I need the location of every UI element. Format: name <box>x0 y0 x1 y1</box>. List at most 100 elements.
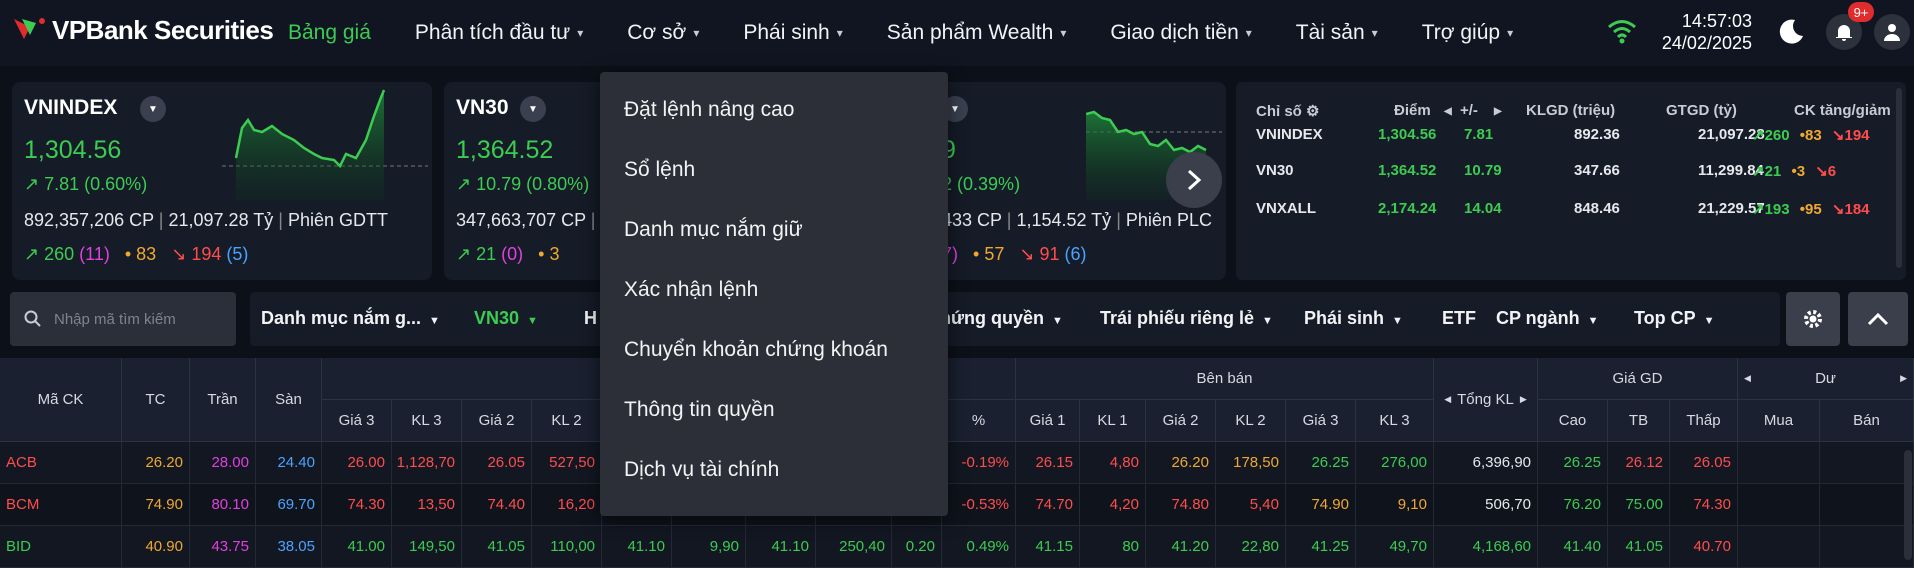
cell-sgia2: 26.20 <box>1146 442 1216 484</box>
nav-item-2[interactable]: Cơ sở ▾ <box>627 21 699 45</box>
menu-item-4[interactable]: Chuyển khoản chứng khoán <box>624 338 888 362</box>
caret-left-icon[interactable]: ◀ <box>1744 373 1751 384</box>
nav-item-5[interactable]: Giao dịch tiền ▾ <box>1110 21 1251 45</box>
col-header-total-volume[interactable]: ◀ Tổng KL ▶ <box>1434 358 1538 442</box>
logo-mark-icon <box>14 18 45 39</box>
menu-item-5[interactable]: Thông tin quyền <box>624 398 775 422</box>
nav-item-0[interactable]: Bảng giá <box>288 21 371 45</box>
cell-tran: 80.10 <box>190 484 256 526</box>
col-header-pct: % <box>942 400 1016 442</box>
col-header-tc: TC <box>122 358 190 442</box>
chevron-down-icon: ▾ <box>1507 26 1514 40</box>
nav-item-7[interactable]: Trợ giúp ▾ <box>1422 21 1513 45</box>
next-card-button[interactable] <box>1166 152 1222 208</box>
index-card-vnindex[interactable]: VNINDEX ▼ 1,304.56 ↗ 7.81 (0.60%) 892,35… <box>12 82 432 280</box>
dark-mode-icon[interactable] <box>1777 18 1805 46</box>
caret-right-icon[interactable]: ▶ <box>1494 106 1502 117</box>
col-header-mua: Mua <box>1738 400 1820 442</box>
menu-item-2[interactable]: Danh mục nắm giữ <box>624 218 803 242</box>
stock-symbol[interactable]: BID <box>0 526 122 568</box>
menu-item-0[interactable]: Đặt lệnh nâng cao <box>624 98 794 122</box>
clock-time: 14:57:03 <box>1681 11 1752 31</box>
stock-symbol[interactable]: ACB <box>0 442 122 484</box>
chevron-down-icon[interactable]: ▼ <box>140 96 166 122</box>
menu-item-1[interactable]: Sổ lệnh <box>624 158 695 182</box>
col-header-sgia1: Giá 1 <box>1016 400 1080 442</box>
search-icon <box>24 310 41 327</box>
cell-pct: -0.53% <box>942 484 1016 526</box>
cell-sgia1: 74.70 <box>1016 484 1080 526</box>
caret-left-icon[interactable]: ◀ <box>1444 106 1452 117</box>
cell-m3: 41.10 <box>746 526 816 568</box>
cell-kl3: 1,128,70 <box>392 442 462 484</box>
nav-item-label: Tài sản <box>1295 21 1365 44</box>
user-icon <box>1884 24 1900 41</box>
cell-skl3: 49,70 <box>1356 526 1434 568</box>
caret-right-icon[interactable]: ▶ <box>1520 394 1527 405</box>
chevron-down-icon: ▾ <box>1371 26 1378 40</box>
chevron-right-icon <box>1187 169 1202 191</box>
cell-pct: 0.49% <box>942 526 1016 568</box>
cell-san: 69.70 <box>256 484 322 526</box>
cell-sgia2: 41.20 <box>1146 526 1216 568</box>
group-header-sell: Bên bán <box>1016 358 1434 400</box>
cell-gia2: 41.05 <box>462 526 532 568</box>
scrollbar[interactable] <box>1904 450 1912 560</box>
cell-kl2: 527,50 <box>532 442 602 484</box>
tab-hose[interactable]: H <box>584 308 597 329</box>
col-header-sgia2: Giá 2 <box>1146 400 1216 442</box>
col-header-skl2: KL 2 <box>1216 400 1286 442</box>
cell-san: 38.05 <box>256 526 322 568</box>
gear-icon[interactable]: ⚙ <box>1306 103 1319 120</box>
tab-danh-muc[interactable]: Danh mục nắm g... ▼ <box>261 308 440 329</box>
nav-item-3[interactable]: Phái sinh ▾ <box>743 21 842 45</box>
index-change: 7.81 <box>1464 126 1494 143</box>
nav-item-1[interactable]: Phân tích đầu tư ▾ <box>415 21 583 45</box>
search-input[interactable]: Nhập mã tìm kiếm <box>10 292 236 346</box>
settings-button[interactable] <box>1786 292 1840 346</box>
caret-right-icon[interactable]: ▶ <box>1900 373 1907 384</box>
user-button[interactable] <box>1874 14 1910 50</box>
tab-etf[interactable]: ETF <box>1442 308 1476 329</box>
nav-item-4[interactable]: Sản phẩm Wealth ▾ <box>887 21 1067 45</box>
col-header-gia3: Giá 3 <box>322 400 392 442</box>
menu-item-3[interactable]: Xác nhận lệnh <box>624 278 758 302</box>
caret-left-icon[interactable]: ◀ <box>1444 394 1451 405</box>
tab-chung-quyen[interactable]: hứng quyền ▼ <box>940 308 1063 329</box>
cell-high: 76.20 <box>1538 484 1608 526</box>
col-header-kl3: KL 3 <box>392 400 462 442</box>
cell-total: 506,70 <box>1434 484 1538 526</box>
cell-skl2: 178,50 <box>1216 442 1286 484</box>
menu-item-6[interactable]: Dịch vụ tài chính <box>624 458 779 482</box>
index-point: 2,174.24 <box>1378 200 1437 217</box>
tab-cp-nganh[interactable]: CP ngành ▼ <box>1496 308 1599 329</box>
index-breadth: ↗21 •3 ↘6 <box>1752 163 1837 180</box>
card-volume: 433 CP | 1,154.52 Tỷ | Phiên PLC <box>942 210 1212 230</box>
col-header-floor: Sàn <box>256 358 322 442</box>
nav-item-label: Phái sinh <box>743 21 830 44</box>
tab-trai-phieu[interactable]: Trái phiếu riêng lẻ ▼ <box>1100 308 1273 329</box>
col-header-gia2: Giá 2 <box>462 400 532 442</box>
chevron-down-icon[interactable]: ▼ <box>520 96 546 122</box>
index-summary-table: Chỉ số ⚙ Điểm ◀ +/- ▶ KLGD (triệu) GTGD … <box>1236 82 1906 280</box>
scrollbar[interactable] <box>1896 88 1902 268</box>
tab-phai-sinh[interactable]: Phái sinh ▼ <box>1304 308 1403 329</box>
collapse-button[interactable] <box>1848 292 1908 346</box>
group-header-remain[interactable]: ◀ Dư ▶ <box>1738 358 1914 400</box>
nav-item-6[interactable]: Tài sản ▾ <box>1296 21 1378 45</box>
col-header-high: Cao <box>1538 400 1608 442</box>
tab-vn30[interactable]: VN30 ▼ <box>474 308 538 329</box>
search-placeholder: Nhập mã tìm kiếm <box>54 310 176 328</box>
tab-top-cp[interactable]: Top CP ▼ <box>1634 308 1715 329</box>
stock-symbol[interactable]: BCM <box>0 484 122 526</box>
brand-logo[interactable]: VPBank Securities <box>10 10 274 50</box>
col-header-point: Điểm <box>1394 102 1431 119</box>
cell-gia3: 26.00 <box>322 442 392 484</box>
cell-low: 26.05 <box>1670 442 1738 484</box>
wifi-icon <box>1608 20 1636 44</box>
main-nav: Bảng giá Phân tích đầu tư ▾ Cơ sở ▾ Phái sinh… <box>288 0 1557 66</box>
card-value: 1,304.56 <box>24 136 122 164</box>
clock-date: 24/02/2025 <box>1661 33 1752 53</box>
cell-kl2: 110,00 <box>532 526 602 568</box>
index-point: 1,304.56 <box>1378 126 1437 143</box>
